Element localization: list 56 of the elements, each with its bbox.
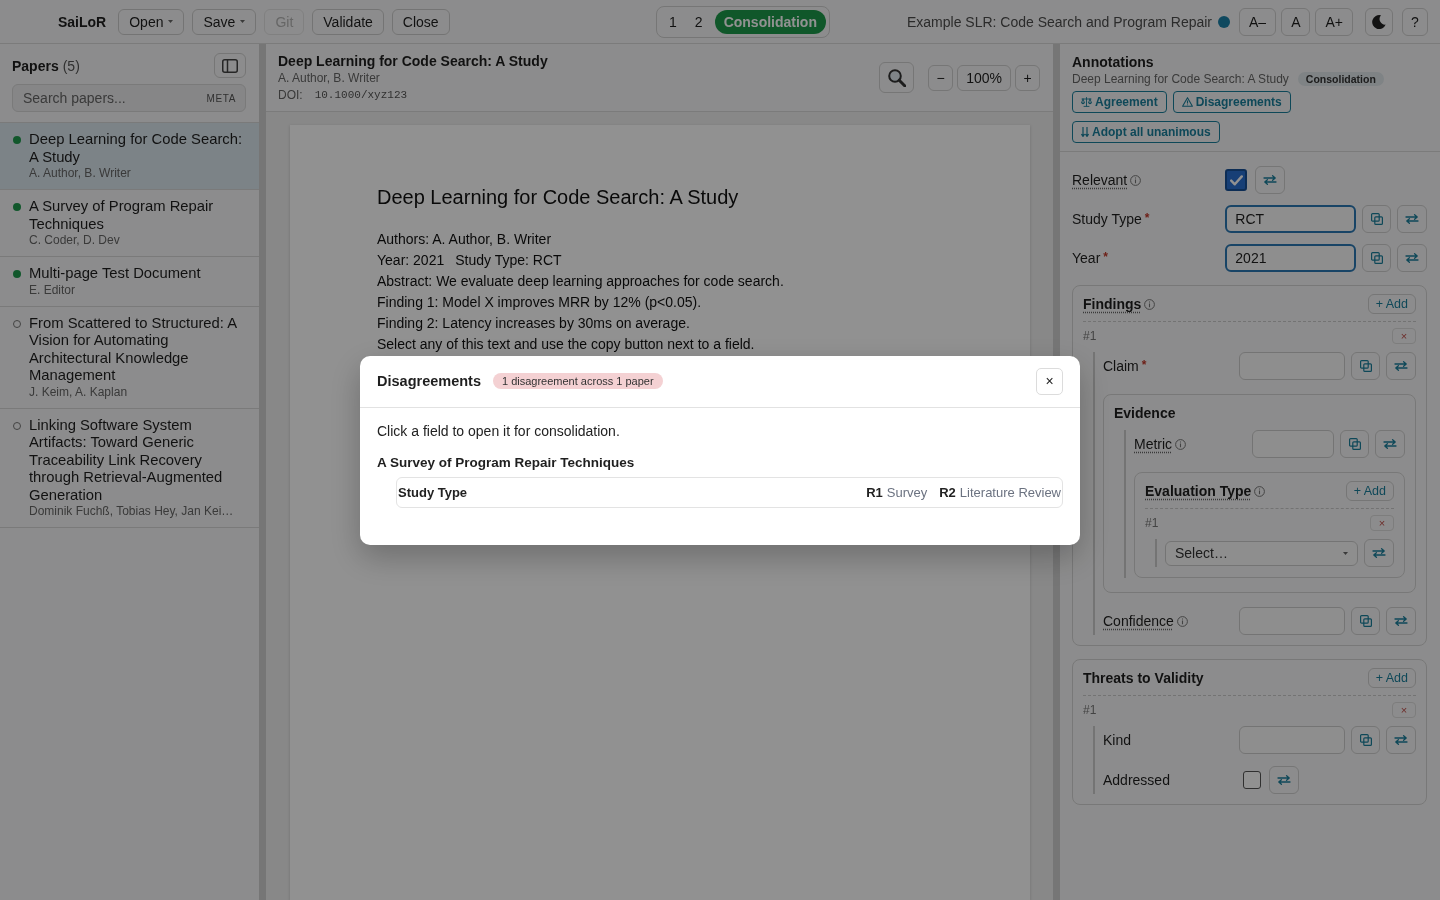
document-text: Study Type: RCT <box>455 251 562 270</box>
document-text: Abstract: We evaluate deep learning approaches for code search. <box>377 272 784 291</box>
rater-tag: R2 <box>939 484 956 500</box>
paper-subtitle: Deep Learning for Code Search: A Study <box>1072 71 1289 87</box>
paper-authors: C. Coder, D. Dev <box>29 233 121 248</box>
document-text: Year: 2021 <box>377 251 445 270</box>
entry-number: #1 <box>1145 516 1159 530</box>
paper-title: Linking Software System Artifacts: Toward Generic Traceability Link Recovery through Retrieval-Augmented Generation <box>29 416 224 504</box>
paper-heading: Deep Learning for Code Search: A Study <box>278 53 548 70</box>
paper-authors: E. Editor <box>29 282 77 298</box>
entry-number: #1 <box>1083 329 1097 343</box>
section-title: Evidence <box>1114 405 1176 421</box>
mode-badge: Consolidation <box>1297 72 1384 86</box>
field-label: Year <box>1072 249 1101 267</box>
paper-title: A Survey of Program Repair Techniques <box>29 198 215 233</box>
paper-authors: Dominik Fuchß, Tobias Hey, Jan Kei… <box>29 504 235 519</box>
group-title: Threats to Validity <box>1083 669 1204 687</box>
summary-badge: 1 disagreement across 1 paper <box>492 373 663 389</box>
paper-title: From Scattered to Structured: A Vision for Automating Architectural Knowledge Management <box>29 314 238 385</box>
rater-value: Survey <box>886 484 928 500</box>
paper-title: Deep Learning for Code Search: A Study <box>29 131 244 166</box>
document-text: Finding 2: Latency increases by 30ms on average. <box>377 314 690 333</box>
paper-authors: A. Author, B. Writer <box>29 166 132 181</box>
paper-count: (5) <box>62 57 80 74</box>
document-text: Select any of this text and use the copy button next to a field. <box>377 335 755 354</box>
field-label: Claim <box>1103 357 1139 375</box>
dialog-title: Disagreements <box>377 373 481 389</box>
required-mark: * <box>1141 357 1147 372</box>
panel-title: Annotations <box>1072 54 1154 70</box>
doi-value: 10.1000/xyz123 <box>314 88 408 103</box>
field-label: Metric <box>1134 435 1173 453</box>
rater-value: Literature Review <box>959 484 1061 500</box>
app-name: SaiLoR <box>58 13 107 30</box>
paper-title: Multi-page Test Document <box>29 265 201 283</box>
field-label: Relevant <box>1072 171 1128 189</box>
entry-number: #1 <box>1083 703 1097 717</box>
document-text: Finding 1: Model X improves MRR by 12% (p<0.05). <box>377 293 702 312</box>
required-mark: * <box>1103 249 1108 264</box>
document-title: Deep Learning for Code Search: A Study <box>377 185 740 209</box>
doi-label: DOI: <box>278 87 303 104</box>
group-title: Findings <box>1083 295 1142 313</box>
field-label: Confidence <box>1103 612 1174 630</box>
paper-authors: J. Keim, A. Kaplan <box>29 384 129 400</box>
panel-title: Papers <box>12 57 59 74</box>
paper-authors: A. Author, B. Writer <box>278 70 381 87</box>
paper-heading: A Survey of Program Repair Techniques <box>377 453 636 471</box>
field-name: Study Type <box>398 484 468 500</box>
field-label: Study Type <box>1072 210 1142 228</box>
project-title: Example SLR: Code Search and Program Repair <box>906 13 1212 30</box>
group-title: Evaluation Type <box>1145 482 1252 500</box>
field-label: Addressed <box>1103 771 1170 789</box>
dialog-intro: Click a field to open it for consolidation. <box>377 422 621 440</box>
rater-tag: R1 <box>866 484 883 500</box>
field-label: Kind <box>1103 731 1132 749</box>
document-text: Authors: A. Author, B. Writer <box>377 230 552 249</box>
required-mark: * <box>1144 210 1150 225</box>
